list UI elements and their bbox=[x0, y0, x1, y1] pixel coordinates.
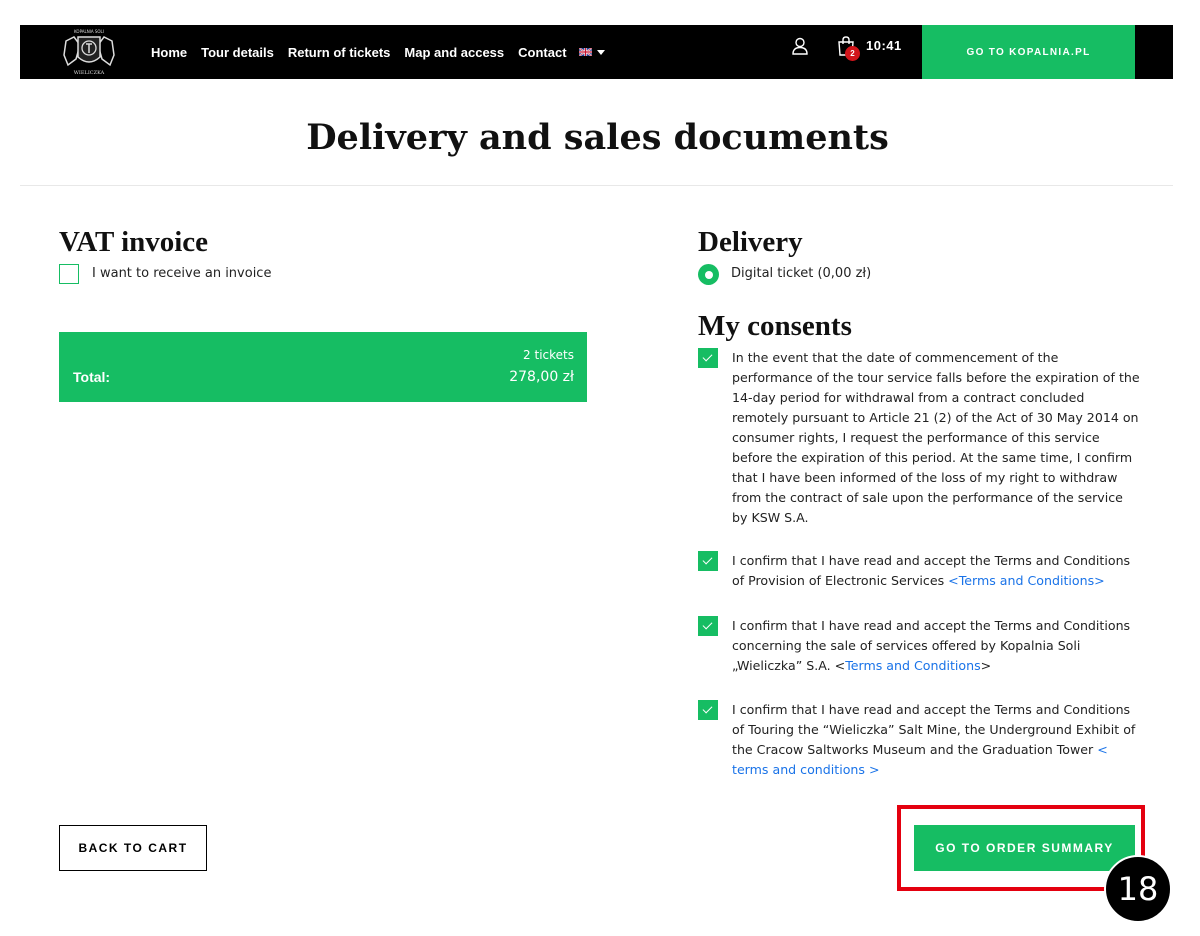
digital-ticket-radio[interactable] bbox=[698, 264, 719, 285]
page-title: Delivery and sales documents bbox=[306, 117, 889, 158]
delivery-heading: Delivery bbox=[698, 226, 803, 258]
consent-checkbox-touring[interactable] bbox=[698, 700, 718, 720]
user-icon[interactable] bbox=[792, 37, 808, 55]
session-timer: 10:41 bbox=[866, 38, 902, 53]
total-label: Total: bbox=[73, 369, 111, 385]
title-divider bbox=[20, 185, 1173, 186]
salt-mine-crest-logo[interactable]: KOPALNIA SOLI WIELICZKA bbox=[58, 27, 120, 75]
invoice-checkbox-label: I want to receive an invoice bbox=[92, 266, 272, 281]
invoice-checkbox[interactable] bbox=[59, 264, 79, 284]
svg-text:KOPALNIA SOLI: KOPALNIA SOLI bbox=[74, 29, 104, 34]
nav-return-of-tickets[interactable]: Return of tickets bbox=[288, 45, 391, 60]
nav-map-and-access[interactable]: Map and access bbox=[404, 45, 504, 60]
go-to-kopalnia-button[interactable]: GO TO KOPALNIA.PL bbox=[922, 25, 1135, 79]
consent-text-sale-of-services: I confirm that I have read and accept th… bbox=[732, 618, 1131, 673]
vat-invoice-heading: VAT invoice bbox=[59, 226, 209, 258]
language-selector[interactable] bbox=[578, 48, 605, 56]
terms-link-electronic-services[interactable]: <Terms and Conditions> bbox=[948, 573, 1105, 588]
chevron-down-icon bbox=[596, 49, 605, 55]
svg-text:WIELICZKA: WIELICZKA bbox=[74, 70, 105, 75]
ticket-count: 2 tickets bbox=[523, 348, 574, 362]
consent-checkbox-electronic-services[interactable] bbox=[698, 551, 718, 571]
nav-home[interactable]: Home bbox=[151, 45, 187, 60]
consent-checkbox-withdrawal[interactable] bbox=[698, 348, 718, 368]
step-number-badge: 18 bbox=[1104, 855, 1172, 923]
main-navigation: Home Tour details Return of tickets Map … bbox=[151, 25, 605, 79]
order-total-panel: Total: 2 tickets 278,00 zł bbox=[59, 332, 587, 402]
uk-flag-icon bbox=[578, 48, 592, 56]
nav-tour-details[interactable]: Tour details bbox=[201, 45, 274, 60]
nav-contact[interactable]: Contact bbox=[518, 45, 566, 60]
consent-text-electronic-services: I confirm that I have read and accept th… bbox=[732, 553, 1131, 588]
terms-link-sale-of-services[interactable]: Terms and Conditions bbox=[845, 658, 980, 673]
top-navbar: KOPALNIA SOLI WIELICZKA Home Tour detail… bbox=[20, 25, 1173, 79]
my-consents-heading: My consents bbox=[698, 310, 852, 342]
consent-text-touring: I confirm that I have read and accept th… bbox=[732, 702, 1136, 777]
total-amount: 278,00 zł bbox=[509, 369, 574, 385]
go-to-order-summary-button[interactable]: GO TO ORDER SUMMARY bbox=[914, 825, 1135, 871]
cart-count-badge: 2 bbox=[845, 46, 860, 61]
consent-text-withdrawal: In the event that the date of commenceme… bbox=[732, 350, 1140, 525]
digital-ticket-label: Digital ticket (0,00 zł) bbox=[731, 266, 872, 281]
consent-checkbox-sale-of-services[interactable] bbox=[698, 616, 718, 636]
back-to-cart-button[interactable]: BACK TO CART bbox=[59, 825, 207, 871]
